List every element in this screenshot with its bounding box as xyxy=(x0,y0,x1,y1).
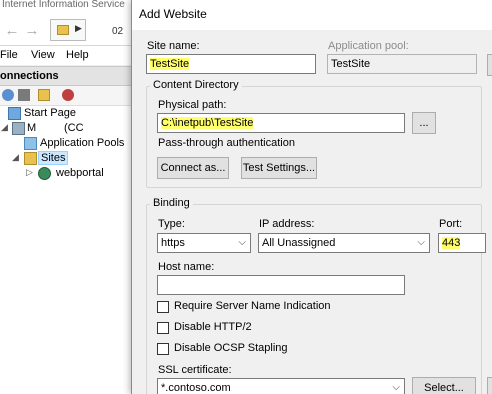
connections-tree: Start Page ◢ M (CC Application Pools ◢ S… xyxy=(0,106,140,394)
sni-label[interactable]: Require Server Name Indication xyxy=(174,300,331,312)
physical-path-label: Physical path: xyxy=(158,99,227,111)
sni-checkbox[interactable] xyxy=(157,301,169,313)
menu-help[interactable]: Help xyxy=(66,49,89,61)
tree-item-label: webportal xyxy=(56,167,104,179)
host-name-input[interactable] xyxy=(157,275,405,295)
binding-title: Binding xyxy=(150,197,193,209)
back-arrow-icon[interactable]: ← xyxy=(2,22,22,40)
port-value: 443 xyxy=(442,237,461,249)
iis-menu-bar: File View Help xyxy=(0,46,140,65)
save-icon[interactable] xyxy=(18,89,30,101)
tree-item-label: Start Page xyxy=(24,107,76,119)
menu-view[interactable]: View xyxy=(31,49,55,61)
ssl-certificate-select[interactable]: *.contoso.com ⌵ xyxy=(157,378,405,394)
site-name-label: Site name: xyxy=(147,40,200,52)
app-pool-value: TestSite xyxy=(331,58,371,70)
menu-file[interactable]: File xyxy=(0,49,18,61)
sites-folder-icon xyxy=(24,152,37,165)
ip-address-label: IP address: xyxy=(259,218,315,230)
port-input[interactable]: 443 xyxy=(438,233,486,253)
tree-item-start-page[interactable]: Start Page xyxy=(0,106,140,122)
address-text: 02 xyxy=(112,26,124,37)
physical-path-input[interactable]: C:\inetpub\TestSite xyxy=(157,113,405,133)
pass-through-label: Pass-through authentication xyxy=(158,137,295,149)
chevron-down-icon[interactable]: ◢ xyxy=(12,152,19,163)
app-pool-select-button[interactable] xyxy=(487,54,492,76)
ssl-certificate-label: SSL certificate: xyxy=(158,364,232,376)
tree-item-label: Application Pools xyxy=(40,137,125,149)
chevron-down-icon: ⌵ xyxy=(392,382,400,393)
ip-address-value: All Unassigned xyxy=(262,237,336,249)
type-select[interactable]: https ⌵ xyxy=(157,233,251,253)
tree-item-label: Sites xyxy=(38,151,69,165)
disconnect-icon[interactable] xyxy=(62,89,74,101)
port-label: Port: xyxy=(439,218,463,230)
tree-item-app-pools[interactable]: Application Pools xyxy=(0,136,140,152)
view-certificate-button[interactable] xyxy=(487,377,492,394)
tree-item-server[interactable]: ◢ M (CC xyxy=(0,121,140,137)
iis-window-title: Internet Information Service xyxy=(0,0,140,12)
connections-toolbar xyxy=(0,86,140,106)
select-certificate-button[interactable]: Select... xyxy=(412,377,476,394)
server-name-prefix: M xyxy=(27,122,37,134)
chevron-right-icon[interactable]: ▷ xyxy=(26,167,33,178)
chevron-down-icon[interactable]: ◢ xyxy=(1,122,8,133)
tree-item-sites[interactable]: ◢ Sites xyxy=(0,151,140,167)
folder-icon xyxy=(57,25,69,35)
server-icon xyxy=(12,122,25,135)
chevron-right-icon: ▶ xyxy=(75,23,82,33)
connect-icon[interactable] xyxy=(2,89,14,101)
connect-as-button[interactable]: Connect as... xyxy=(157,157,229,179)
start-page-icon xyxy=(8,107,21,120)
app-pool-label: Application pool: xyxy=(328,40,409,52)
chevron-down-icon: ⌵ xyxy=(238,237,246,248)
up-folder-icon[interactable] xyxy=(38,89,50,101)
type-value: https xyxy=(161,237,185,249)
add-website-dialog: Add Website Site name: TestSite Applicat… xyxy=(131,0,492,394)
tree-item-webportal[interactable]: ▷ webportal xyxy=(0,166,140,182)
host-name-label: Host name: xyxy=(158,261,215,273)
forward-arrow-icon[interactable]: → xyxy=(22,22,42,40)
physical-path-prefix: C:\inetpub\ xyxy=(161,117,215,129)
test-settings-button[interactable]: Test Settings... xyxy=(241,157,317,179)
connections-header: onnections xyxy=(0,66,140,86)
ssl-certificate-value: *.contoso.com xyxy=(161,382,231,394)
globe-icon xyxy=(38,167,51,180)
browse-button[interactable]: ... xyxy=(412,112,436,134)
content-directory-title: Content Directory xyxy=(150,79,242,91)
address-bar[interactable]: ▶ xyxy=(50,19,86,41)
type-label: Type: xyxy=(158,218,185,230)
chevron-down-icon: ⌵ xyxy=(417,237,425,248)
server-name-suffix: (CC xyxy=(64,122,84,134)
ip-address-select[interactable]: All Unassigned ⌵ xyxy=(258,233,430,253)
disable-ocsp-checkbox[interactable] xyxy=(157,343,169,355)
disable-http2-checkbox[interactable] xyxy=(157,322,169,334)
site-name-input[interactable]: TestSite xyxy=(146,54,316,74)
disable-http2-label[interactable]: Disable HTTP/2 xyxy=(174,321,252,333)
site-name-value: TestSite xyxy=(150,58,190,70)
physical-path-highlight: TestSite xyxy=(214,117,254,129)
app-pool-input: TestSite xyxy=(327,54,477,74)
disable-ocsp-label[interactable]: Disable OCSP Stapling xyxy=(174,342,288,354)
dialog-title: Add Website xyxy=(132,0,492,30)
iis-navigation-bar: ← → ▶ 02 xyxy=(0,12,140,46)
app-pools-icon xyxy=(24,137,37,150)
